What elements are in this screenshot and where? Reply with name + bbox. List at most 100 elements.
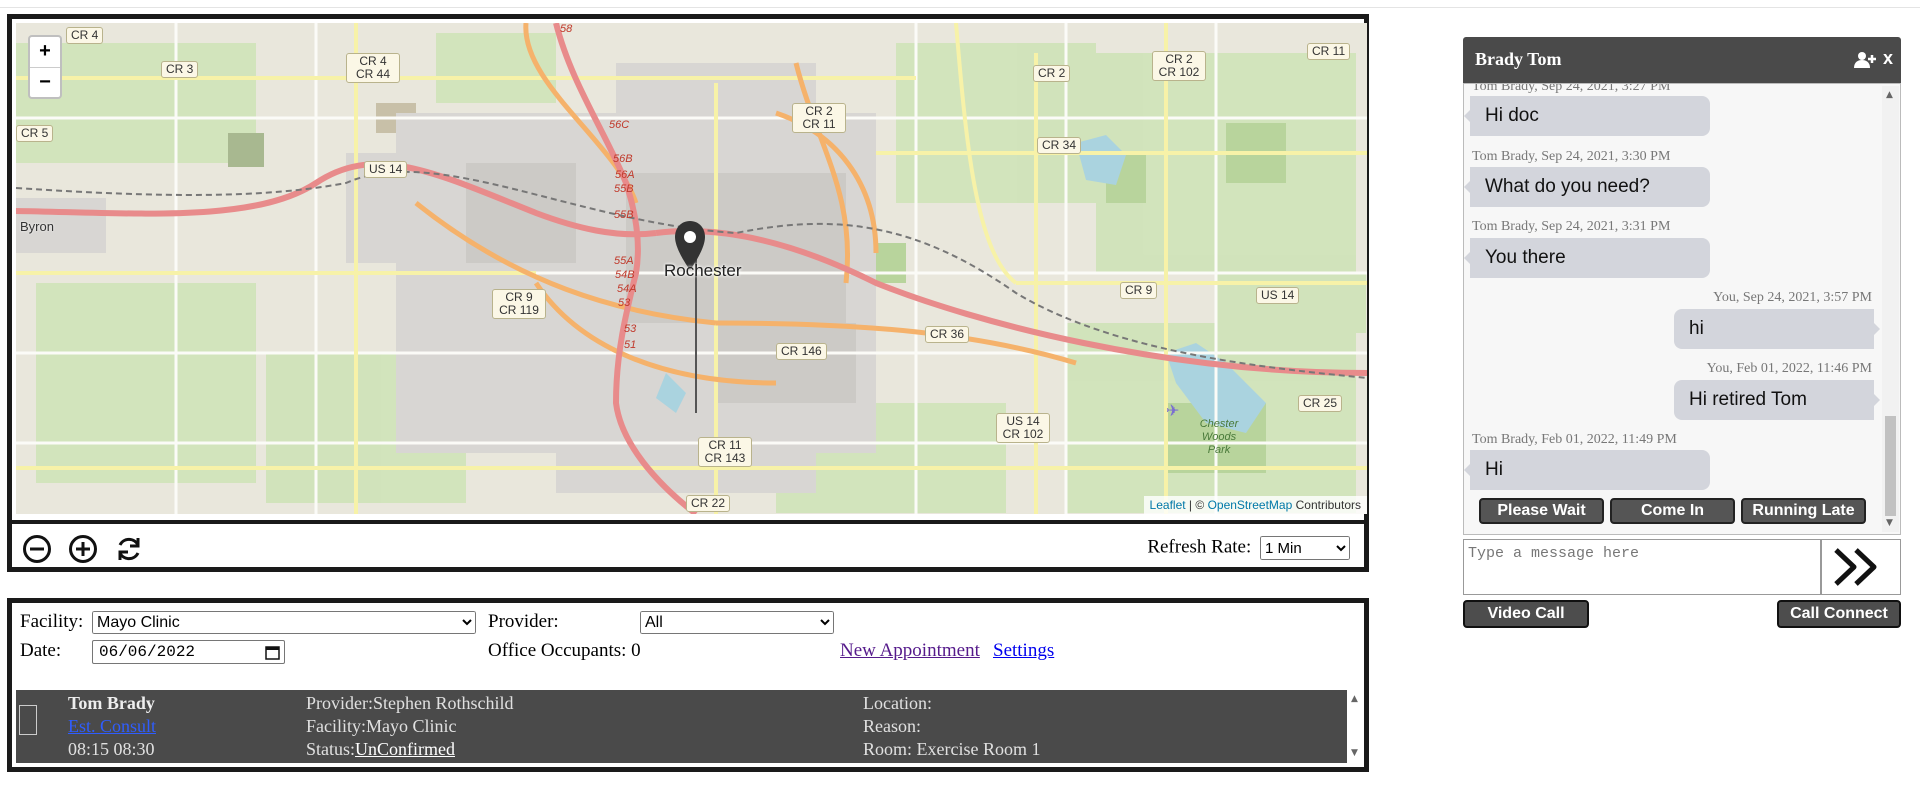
occupants-count: 0: [631, 640, 641, 661]
road-label: CR 2: [1033, 65, 1071, 82]
map-zoom-out-button[interactable]: −: [30, 67, 60, 98]
message-bubble-outgoing: hi: [1674, 309, 1880, 349]
date-value: 06/06/2022: [99, 643, 196, 661]
send-button[interactable]: [1821, 539, 1901, 595]
running-late-button[interactable]: Running Late: [1741, 498, 1866, 524]
zoom-in-circle-icon[interactable]: [68, 534, 98, 564]
facility-select[interactable]: Mayo Clinic: [92, 611, 476, 634]
appointment-select-box[interactable]: [19, 705, 37, 735]
settings-link[interactable]: Settings: [993, 640, 1054, 662]
message-meta: Tom Brady, Sep 24, 2021, 3:31 PM: [1472, 219, 1671, 234]
chat-messages: Tom Brady, Sep 24, 2021, 3:27 PM Hi doc …: [1463, 83, 1901, 535]
top-divider: [0, 7, 1920, 8]
osm-link[interactable]: OpenStreetMap: [1208, 498, 1293, 512]
map-attribution: Leaflet | © OpenStreetMap Contributors: [1143, 496, 1367, 514]
scroll-down-icon[interactable]: ▼: [1351, 748, 1358, 758]
zoom-out-circle-icon[interactable]: [22, 534, 52, 564]
message-meta: You, Sep 24, 2021, 3:57 PM: [1713, 290, 1872, 305]
message-bubble-incoming: What do you need?: [1464, 167, 1710, 207]
attribution-sep: | ©: [1188, 498, 1205, 512]
occupants-text: Office Occupants:: [488, 640, 627, 661]
road-label: CR 146: [776, 343, 827, 360]
message-meta: Tom Brady, Feb 01, 2022, 11:49 PM: [1472, 432, 1677, 447]
refresh-rate-select[interactable]: 1 Min: [1260, 536, 1350, 560]
message-bubble-incoming: Hi doc: [1464, 96, 1710, 136]
calendar-icon[interactable]: [265, 645, 280, 660]
road-label: 53: [624, 323, 637, 335]
road-label: CR 2 CR 102: [1152, 51, 1206, 81]
add-user-icon[interactable]: [1854, 51, 1876, 69]
road-label: CR 22: [686, 495, 731, 512]
date-input[interactable]: 06/06/2022: [92, 640, 285, 664]
road-label: CR 3: [161, 61, 199, 78]
road-label: CR 4: [66, 27, 104, 44]
message-meta: Tom Brady, Sep 24, 2021, 3:30 PM: [1472, 149, 1671, 164]
message-input[interactable]: Type a message here: [1463, 539, 1821, 595]
map-view[interactable]: CR 4 CR 3 CR 4 CR 44 CR 5 US 14 58 56C 56B 56A 55…: [16, 23, 1367, 514]
schedule-panel: Facility: Mayo Clinic Provider: All Date…: [7, 598, 1369, 772]
map-zoom-control: + −: [28, 35, 62, 99]
please-wait-button[interactable]: Please Wait: [1479, 498, 1604, 524]
road-label: 56B: [613, 153, 633, 165]
double-chevron-right-icon: [1834, 548, 1877, 586]
airport-icon: ✈: [1166, 401, 1180, 420]
appointment-location: Location:: [863, 693, 932, 713]
appointment-row[interactable]: Tom Brady Est. Consult 08:15 08:30 Provi…: [16, 690, 1350, 763]
road-label: 54B: [615, 269, 635, 281]
map-zoom-in-button[interactable]: +: [30, 37, 60, 67]
leaflet-link[interactable]: Leaflet: [1150, 498, 1186, 512]
road-label: CR 34: [1037, 137, 1082, 154]
message-bubble-incoming: Hi: [1464, 450, 1710, 490]
provider-select[interactable]: All: [640, 611, 834, 634]
message-meta: You, Feb 01, 2022, 11:46 PM: [1706, 361, 1872, 376]
chat-window: Brady Tom x Tom Brady, Sep 24, 2021, 3:2…: [1463, 37, 1901, 628]
video-call-button[interactable]: Video Call: [1463, 600, 1589, 628]
road-label: 55B: [614, 183, 634, 195]
road-label: 56C: [609, 119, 630, 131]
status-label: Status:: [306, 739, 356, 759]
call-connect-button[interactable]: Call Connect: [1777, 600, 1901, 628]
appointment-reason: Reason:: [863, 716, 921, 736]
appointment-status: Status:UnConfirmed: [306, 739, 455, 760]
chat-scrollbar[interactable]: ▲ ▼: [1882, 86, 1899, 532]
provider-label: Provider:: [488, 611, 559, 632]
scroll-thumb[interactable]: [1885, 416, 1896, 516]
road-label: US 14 CR 102: [996, 413, 1050, 443]
new-appointment-link[interactable]: New Appointment: [840, 640, 980, 662]
scroll-up-icon[interactable]: ▲: [1886, 90, 1893, 100]
chat-close-button[interactable]: x: [1883, 48, 1893, 69]
patient-name: Tom Brady: [68, 693, 155, 713]
town-label: Byron: [20, 219, 54, 234]
road-label: CR 25: [1298, 395, 1343, 412]
appointment-type-link[interactable]: Est. Consult: [68, 716, 156, 737]
city-label: Rochester: [664, 261, 742, 280]
status-link[interactable]: UnConfirmed: [355, 739, 455, 759]
road-label: CR 11: [1307, 43, 1351, 60]
message-bubble-incoming: You there: [1464, 238, 1710, 278]
road-label: CR 9 CR 119: [492, 289, 546, 319]
refresh-icon[interactable]: [114, 534, 144, 564]
message-bubble-outgoing: Hi retired Tom: [1674, 380, 1880, 420]
date-label: Date:: [20, 640, 62, 661]
road-label: CR 4 CR 44: [346, 53, 400, 83]
road-label: 56A: [615, 169, 635, 181]
scroll-down-icon[interactable]: ▼: [1886, 518, 1893, 528]
scroll-up-icon[interactable]: ▲: [1351, 694, 1358, 704]
road-label: CR 5: [16, 125, 54, 142]
attribution-tail: Contributors: [1295, 498, 1361, 512]
come-in-button[interactable]: Come In: [1610, 498, 1735, 524]
road-label: CR 9: [1120, 282, 1158, 299]
office-occupants-label: Office Occupants: 0: [488, 640, 641, 662]
appointment-provider: Provider:Stephen Rothschild: [306, 693, 514, 713]
road-label: US 14: [1256, 287, 1300, 304]
chat-title: Brady Tom: [1475, 49, 1562, 69]
road-label: 55A: [614, 255, 634, 267]
road-label: CR 11 CR 143: [698, 437, 752, 467]
refresh-rate-label: Refresh Rate:: [1147, 536, 1252, 558]
appointment-room: Room: Exercise Room 1: [863, 739, 1041, 759]
message-input-placeholder: Type a message here: [1468, 545, 1640, 562]
road-label: CR 2 CR 11: [792, 103, 846, 133]
road-label: 53: [618, 297, 631, 309]
road-label: US 14: [364, 161, 408, 178]
schedule-scrollbar[interactable]: ▲ ▼: [1347, 690, 1364, 763]
